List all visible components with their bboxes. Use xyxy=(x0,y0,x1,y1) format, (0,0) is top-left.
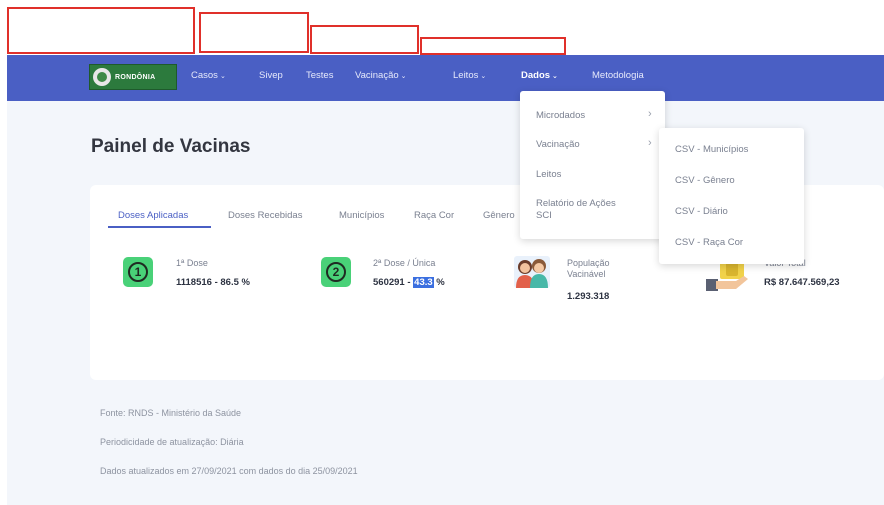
value-prefix: 560291 - xyxy=(373,277,414,288)
menu-item-leitos[interactable]: Leitos xyxy=(536,169,561,181)
nav-item-label: Vacinação xyxy=(355,70,399,81)
tab-doses-aplicadas[interactable]: Doses Aplicadas xyxy=(118,210,188,221)
population-value: 1.293.318 xyxy=(567,291,610,302)
vacinacao-submenu: CSV - Municípios CSV - Gênero CSV - Diár… xyxy=(659,128,804,264)
menu-item-microdados[interactable]: Microdados xyxy=(536,110,585,122)
first-dose-label: 1ª Dose xyxy=(176,258,208,268)
nav-item-vacinacao[interactable]: Vacinação ⌄ xyxy=(355,70,407,81)
nav-item-label: Testes xyxy=(306,70,334,81)
footer-frequency: Periodicidade de atualização: Diária xyxy=(100,437,244,447)
nav-item-label: Dados xyxy=(521,70,551,81)
nav-item-casos[interactable]: Casos ⌄ xyxy=(191,70,226,81)
dados-dropdown-menu: Microdados › Vacinação › Leitos Relatóri… xyxy=(520,91,665,239)
annotation-box-1 xyxy=(7,7,195,54)
selected-text-highlight: 43.3 xyxy=(413,277,434,288)
tab-genero[interactable]: Gênero xyxy=(483,210,515,221)
population-label: População Vacinável xyxy=(567,258,610,280)
nav-item-leitos[interactable]: Leitos ⌄ xyxy=(453,70,486,81)
nav-item-label: Sivep xyxy=(259,70,283,81)
second-dose-label: 2ª Dose / Única xyxy=(373,258,436,268)
submenu-item-csv-municipios[interactable]: CSV - Municípios xyxy=(675,144,748,156)
value-suffix: % xyxy=(433,277,445,288)
annotation-box-3 xyxy=(310,25,419,54)
menu-item-label-line1: Relatório de Ações xyxy=(536,198,616,209)
footer-updated: Dados atualizados em 27/09/2021 com dado… xyxy=(100,466,358,476)
tab-doses-recebidas[interactable]: Doses Recebidas xyxy=(228,210,302,221)
chevron-down-icon: ⌄ xyxy=(552,73,558,80)
submenu-item-csv-raca-cor[interactable]: CSV - Raça Cor xyxy=(675,237,743,249)
money-icon xyxy=(706,259,748,291)
chevron-down-icon: ⌄ xyxy=(480,73,487,80)
chevron-right-icon: › xyxy=(648,137,652,149)
submenu-item-csv-genero[interactable]: CSV - Gênero xyxy=(675,175,735,187)
population-label-line2: Vacinável xyxy=(567,269,606,279)
nav-item-sivep[interactable]: Sivep xyxy=(259,70,283,81)
second-dose-value: 560291 - 43.3 % xyxy=(373,277,445,288)
tab-raca-cor[interactable]: Raça Cor xyxy=(414,210,454,221)
nav-item-label: Metodologia xyxy=(592,70,644,81)
page-title: Painel de Vacinas xyxy=(91,136,251,157)
nav-item-metodologia[interactable]: Metodologia xyxy=(592,70,644,81)
nav-item-label: Casos xyxy=(191,70,218,81)
badge-number: 1 xyxy=(128,262,148,282)
chevron-right-icon: › xyxy=(648,108,652,120)
rondonia-logo[interactable]: RONDÔNIA xyxy=(89,64,177,90)
nav-item-testes[interactable]: Testes xyxy=(306,70,333,81)
menu-item-relatorio-acoes-sci[interactable]: Relatório de Ações SCI xyxy=(536,198,616,222)
submenu-item-csv-diario[interactable]: CSV - Diário xyxy=(675,206,728,218)
menu-item-vacinacao[interactable]: Vacinação xyxy=(536,139,580,151)
logo-text: RONDÔNIA xyxy=(115,73,156,81)
total-value: R$ 87.647.569,23 xyxy=(764,277,840,288)
tab-municipios[interactable]: Municípios xyxy=(339,210,384,221)
state-seal-icon xyxy=(93,68,111,86)
annotation-box-2 xyxy=(199,12,309,53)
number-one-icon: 1 xyxy=(123,257,153,287)
first-dose-value: 1118516 - 86.5 % xyxy=(176,277,250,288)
footer-source: Fonte: RNDS - Ministério da Saúde xyxy=(100,408,242,418)
annotation-box-4 xyxy=(420,37,566,55)
population-icon xyxy=(514,256,550,288)
nav-item-dados[interactable]: Dados ⌄ xyxy=(521,70,558,81)
badge-number: 2 xyxy=(326,262,346,282)
population-label-line1: População xyxy=(567,258,610,268)
number-two-icon: 2 xyxy=(321,257,351,287)
top-navbar: RONDÔNIA Casos ⌄ Sivep Testes Vacinação ⌄ … xyxy=(7,55,884,101)
chevron-down-icon: ⌄ xyxy=(400,73,407,80)
active-tab-indicator xyxy=(108,226,211,228)
chevron-down-icon: ⌄ xyxy=(219,73,226,80)
nav-item-label: Leitos xyxy=(453,70,479,81)
menu-item-label-line2: SCI xyxy=(536,210,552,221)
